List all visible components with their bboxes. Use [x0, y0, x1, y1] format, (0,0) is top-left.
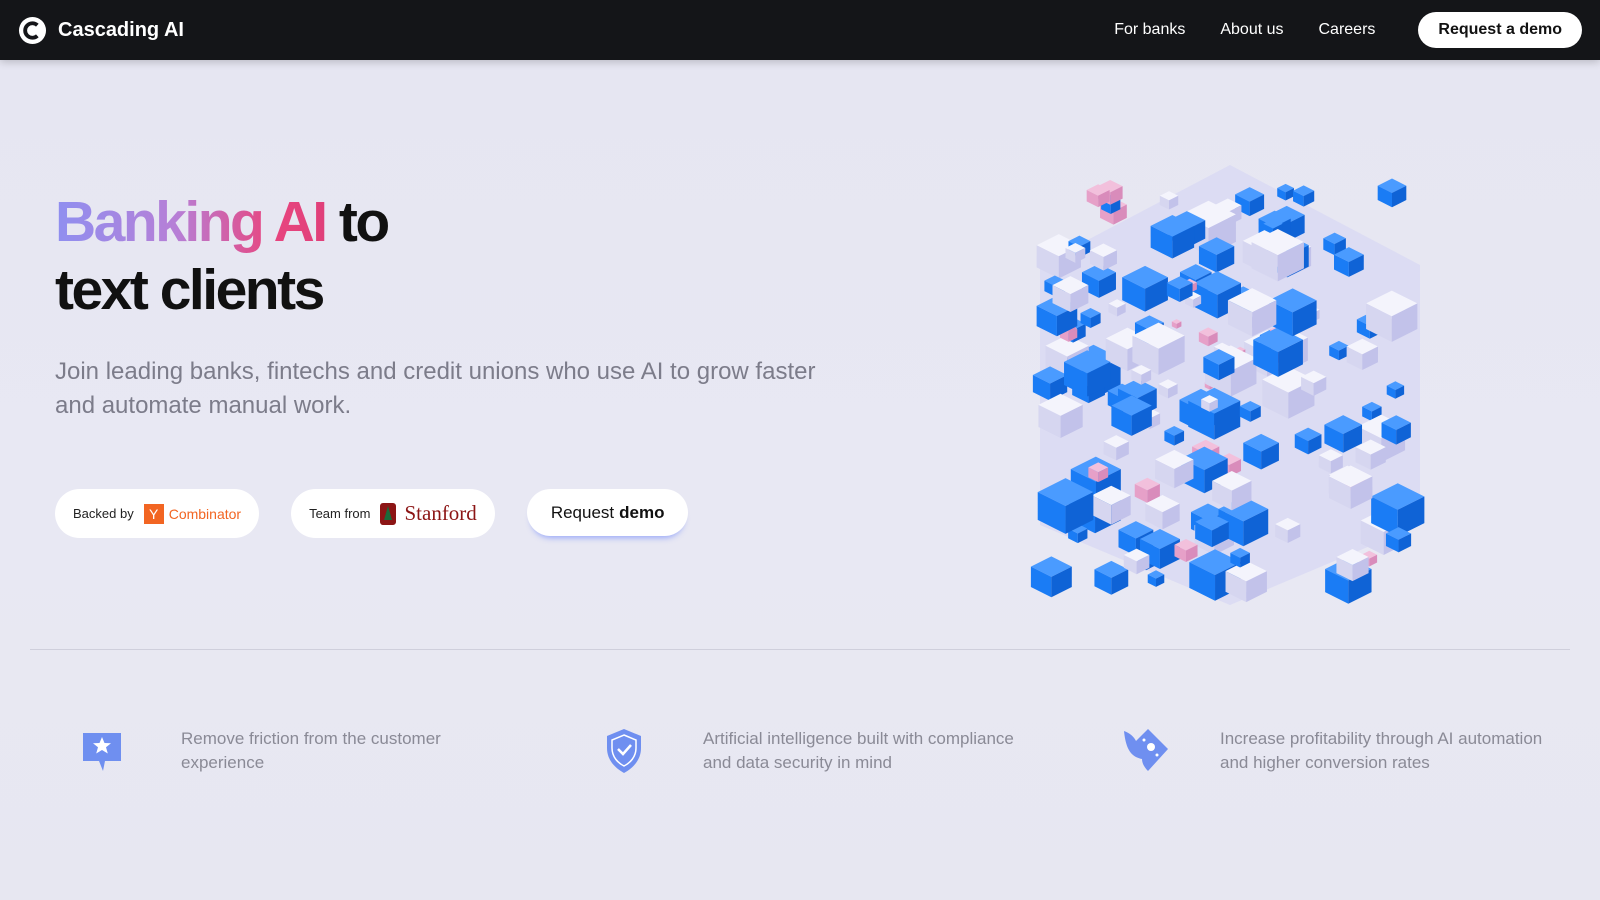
- shield-check-icon: [607, 729, 641, 773]
- demo-label-bold: demo: [619, 502, 665, 522]
- request-demo-button[interactable]: Request demo: [526, 489, 689, 536]
- cube: [1377, 178, 1407, 208]
- title-line2: text clients: [55, 258, 325, 322]
- request-demo-nav-button[interactable]: Request a demo: [1418, 12, 1582, 48]
- nav-for-banks[interactable]: For banks: [1114, 21, 1185, 39]
- title-gradient: Banking AI: [55, 190, 328, 254]
- nav-about-us[interactable]: About us: [1220, 21, 1283, 39]
- yc-logo-icon: Y: [143, 503, 164, 524]
- hero-subtitle: Join leading banks, fintechs and credit …: [55, 358, 816, 419]
- brand-name: Cascading AI: [58, 18, 184, 41]
- hero-title: Banking AI to text clients: [55, 188, 390, 324]
- yc-badge: Backed by Y Combinator: [55, 489, 260, 538]
- stanford-tree-icon: [380, 502, 397, 525]
- yc-logo: Y Combinator: [143, 503, 242, 524]
- stanford-name: Stanford: [404, 501, 477, 525]
- section-divider: [30, 649, 1570, 650]
- cube-illustration: [1030, 165, 1425, 605]
- top-nav: Cascading AI For banks About us Careers …: [0, 0, 1600, 60]
- cascading-logo-icon: [18, 16, 47, 44]
- feature-text: Artificial intelligence built with compl…: [703, 729, 1014, 772]
- cube: [1030, 556, 1072, 598]
- star-chat-icon: [83, 733, 121, 771]
- stanford-logo: Stanford: [380, 501, 477, 526]
- stanford-badge: Team from Stanford: [291, 489, 495, 538]
- brand-logo[interactable]: Cascading AI: [18, 16, 184, 45]
- demo-label: Request: [550, 502, 615, 522]
- yc-name: Combinator: [168, 505, 242, 522]
- cube: [1094, 560, 1129, 595]
- yc-prefix: Backed by: [73, 506, 134, 521]
- nav-careers[interactable]: Careers: [1319, 21, 1376, 39]
- stanford-prefix: Team from: [309, 506, 371, 521]
- title-rest: to: [325, 190, 390, 254]
- feature-text: Increase profitability through AI automa…: [1220, 729, 1543, 772]
- feature-text: Remove friction from the customer experi…: [181, 729, 441, 772]
- flying-money-icon: [1124, 729, 1168, 771]
